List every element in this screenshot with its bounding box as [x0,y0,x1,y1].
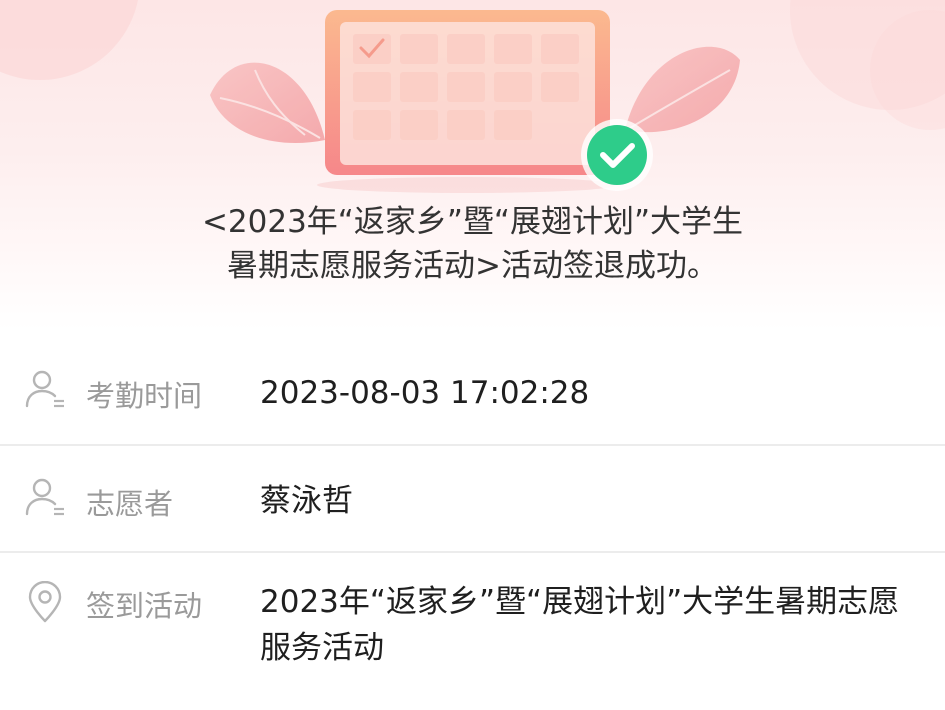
person-icon [25,370,64,408]
success-message: <2023年“返家乡”暨“展翅计划”大学生 暑期志愿服务活动>活动签退成功。 [0,200,945,288]
calendar-illustration [210,10,740,193]
checkin-activity-value: 2023年“返家乡”暨“展翅计划”大学生暑期志愿服务活动 [260,584,900,666]
person-icon [25,478,64,516]
volunteer-label: 志愿者 [86,487,174,521]
info-row-checkin-activity: 签到活动 2023年“返家乡”暨“展翅计划”大学生暑期志愿服务活动 [0,553,945,703]
decor-bubble [0,0,140,80]
success-message-line2: 暑期志愿服务活动>活动签退成功。 [227,248,718,284]
attendance-time-value: 2023-08-03 17:02:28 [260,375,590,411]
success-message-line1: <2023年“返家乡”暨“展翅计划”大学生 [201,204,744,240]
leaf-left-icon [210,62,325,143]
attendance-time-label: 考勤时间 [86,379,203,413]
success-hero: <2023年“返家乡”暨“展翅计划”大学生 暑期志愿服务活动>活动签退成功。 [0,0,945,330]
check-circle-icon [581,119,653,191]
volunteer-value: 蔡泳哲 [260,483,353,519]
attendance-info-list: 考勤时间 2023-08-03 17:02:28 志愿者 蔡泳哲 签到活动 20… [0,338,945,703]
info-row-volunteer: 志愿者 蔡泳哲 [0,446,945,553]
checkin-activity-label: 签到活动 [86,589,203,623]
location-pin-icon [28,581,62,623]
info-row-attendance-time: 考勤时间 2023-08-03 17:02:28 [0,338,945,446]
